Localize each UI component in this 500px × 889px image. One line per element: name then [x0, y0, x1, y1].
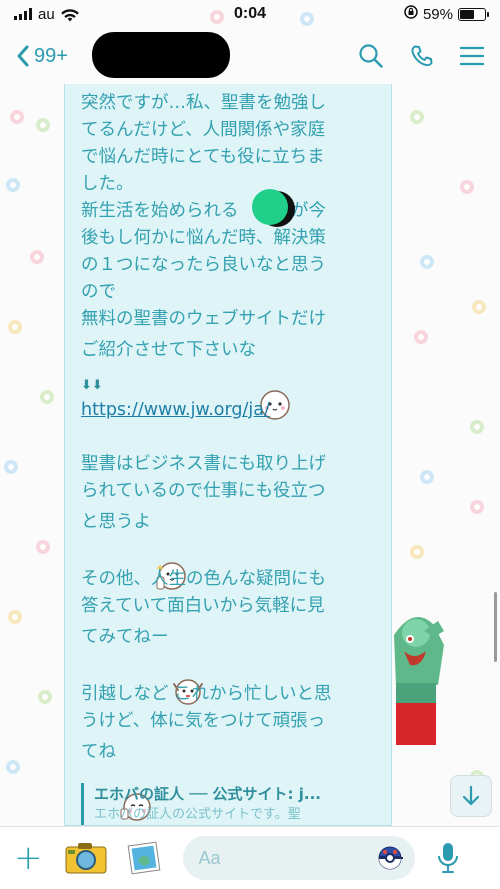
emoji-sticker-thumb: [153, 505, 187, 590]
message-paragraph-3: その他、人生の色んな疑問にも 答えていて面白いから気軽に見 てみてねー: [81, 566, 377, 705]
battery-percent: 59%: [422, 5, 453, 23]
microphone-icon[interactable]: [437, 842, 459, 874]
link-preview[interactable]: エホバの証人 ── 公式サイト: j... エホバの証人の公式サイトです。聖: [81, 783, 377, 825]
carrier-name: au: [38, 5, 55, 23]
scrollbar-thumb[interactable]: [494, 592, 497, 662]
message-text-field[interactable]: [182, 836, 415, 880]
message-input[interactable]: [198, 847, 359, 869]
message-paragraph-1: 突然ですが…私、聖書を勉強し てるんだけど、人間関係や家庭 で悩んだ時にとても役…: [81, 90, 377, 420]
down-arrows: ⬇⬇: [81, 378, 103, 393]
arrow-down-icon: [462, 785, 480, 806]
green-circle-overlay: [252, 189, 295, 227]
emoji-sticker-cheer: [118, 735, 152, 821]
photo-album-icon[interactable]: [127, 841, 161, 875]
status-bar: au 0:04 59%: [0, 0, 500, 28]
orientation-lock-icon: [404, 5, 418, 23]
scroll-to-bottom-button[interactable]: [450, 775, 492, 817]
message-paragraph-4: 引越しなど これから忙しいと思 うけど、体に気をつけて頑張っ てね: [81, 681, 377, 821]
unread-count: 99+: [34, 44, 68, 67]
redacted-contact-name: [92, 32, 230, 78]
chat-header: 99+: [0, 28, 500, 84]
link-preview-description: エホバの証人の公式サイトです。聖: [94, 807, 301, 822]
menu-icon[interactable]: [460, 46, 484, 66]
phone-icon[interactable]: [410, 44, 434, 68]
cellular-signal-icon: [14, 8, 32, 20]
emoji-sticker-smile: [258, 333, 292, 420]
message-bubble[interactable]: 突然ですが…私、聖書を勉強し てるんだけど、人間関係や家庭 で悩んだ時にとても役…: [64, 84, 392, 826]
link-preview-title: エホバの証人 ── 公式サイト: j...: [94, 785, 321, 803]
search-icon[interactable]: [358, 43, 384, 69]
back-chevron-icon: [17, 45, 29, 67]
wifi-icon: [60, 8, 79, 21]
plus-icon[interactable]: +: [14, 841, 43, 875]
camera-icon[interactable]: [65, 841, 107, 875]
emoji-sticker-wave: [171, 620, 205, 705]
jw-link[interactable]: https://www.jw.org/ja/: [81, 397, 377, 424]
battery-icon: [458, 7, 489, 21]
bulbasaur-sticker: [394, 617, 444, 745]
message-paragraph-2: 聖書はビジネス書にも取り上げ られているので仕事にも役立つ と思うよ: [81, 451, 377, 590]
back-button[interactable]: 99+: [16, 45, 68, 68]
sticker-ball-icon[interactable]: [377, 845, 403, 871]
message-input-bar: +: [0, 826, 500, 889]
